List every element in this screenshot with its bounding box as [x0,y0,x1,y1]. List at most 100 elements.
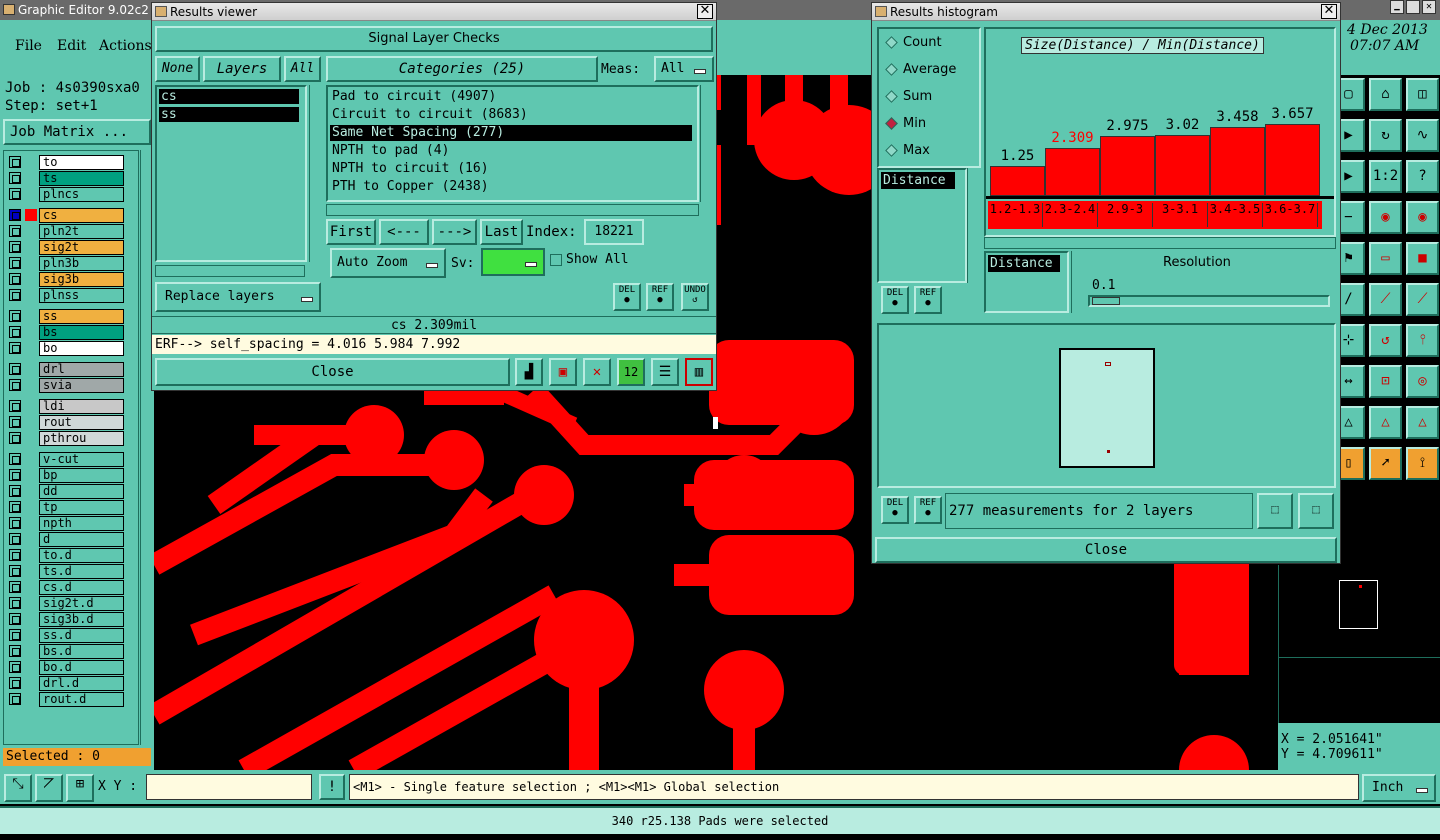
histogram-close-icon[interactable]: ✕ [1321,4,1337,19]
next-button[interactable]: ---> [432,219,477,245]
layer-checkbox[interactable] [9,581,21,593]
layer-row[interactable]: bp [7,468,125,483]
resolution-slider[interactable] [1088,295,1330,307]
layer-row[interactable]: bs.d [7,644,125,659]
square-icon[interactable]: ■ [1406,242,1439,275]
trap3-icon[interactable]: △ [1406,406,1439,439]
option-sum[interactable]: Sum [881,87,977,109]
layer-checkbox[interactable] [9,326,21,338]
layer-row[interactable]: pln3b [7,256,125,271]
layer-row[interactable]: rout [7,415,125,430]
none-button[interactable]: None [155,56,200,82]
layer-name[interactable]: plnss [39,288,124,303]
prev-button[interactable]: <--- [379,219,429,245]
layer-name[interactable]: ss [39,309,124,324]
layer-checkbox[interactable] [9,432,21,444]
layer-row[interactable]: bo.d [7,660,125,675]
histogram-titlebar[interactable]: Results histogram ✕ [872,3,1340,21]
histogram-del-button[interactable]: DEL ● [881,286,909,314]
auto-zoom-select[interactable]: Auto Zoom [330,248,446,278]
histogram-chart[interactable]: Size(Distance) / Min(Distance) 1.25 2.309… [984,27,1336,237]
layer-row[interactable]: ldi [7,399,125,414]
histogram-ref-button[interactable]: REF ● [914,286,942,314]
rotate-icon[interactable]: ↻ [1369,119,1402,152]
layer-row[interactable]: sig2t.d [7,596,125,611]
layer-row[interactable]: dd [7,484,125,499]
maximize-icon[interactable] [1406,0,1420,14]
layer-name[interactable]: sig3b.d [39,612,124,627]
layer-row[interactable]: sig3b.d [7,612,125,627]
layer-checkbox[interactable] [9,597,21,609]
layer-name[interactable]: drl [39,362,124,377]
layer-checkbox[interactable] [9,273,21,285]
resolution-slider-thumb[interactable] [1092,297,1120,305]
layer-row[interactable]: drl.d [7,676,125,691]
layer-checkbox[interactable] [9,549,21,561]
layer-result-item[interactable]: ss [159,107,299,122]
menu-edit[interactable]: Edit [57,38,86,54]
ratio-icon[interactable]: 1:2 [1369,160,1402,193]
layer-checkbox[interactable] [9,342,21,354]
ref-button[interactable]: REF ● [646,283,674,311]
option-max[interactable]: Max [881,141,977,163]
layout-icon[interactable]: ◫ [1406,78,1439,111]
del-button[interactable]: DEL ● [613,283,641,311]
layer-name[interactable]: npth [39,516,124,531]
layer-row[interactable]: bo [7,341,125,356]
xy-input[interactable] [146,774,312,800]
layer-row[interactable]: ts [7,171,125,186]
layer-checkbox[interactable] [9,661,21,673]
layer-checkbox[interactable] [9,645,21,657]
layer-checkbox[interactable] [9,501,21,513]
close-app-icon[interactable]: ✕ [1422,0,1436,14]
radio-diamond-icon[interactable] [885,144,898,157]
layer-checkbox[interactable] [9,565,21,577]
pad-red2-icon[interactable]: ◉ [1406,201,1439,234]
results-viewer-close-icon[interactable]: ✕ [697,4,713,19]
report-icon[interactable]: ☰ [651,358,679,386]
layer-row[interactable]: sig2t [7,240,125,255]
layer-name[interactable]: bo.d [39,660,124,675]
histogram-icon[interactable]: ▟ [515,358,543,386]
zoom-fit-icon[interactable]: ⬚ [1257,493,1293,529]
layer-name[interactable]: bs [39,325,124,340]
replace-layers-select[interactable]: Replace layers [155,282,321,312]
layer-checkbox[interactable] [9,156,21,168]
layer-checkbox[interactable] [9,517,21,529]
layer-name[interactable]: bp [39,468,124,483]
route-icon[interactable]: ⟟ [1406,447,1439,480]
layer-row[interactable]: plnss [7,288,125,303]
categories-vscroll[interactable] [700,85,714,202]
layer-row[interactable]: pln2t [7,224,125,239]
layer-results-hscroll[interactable] [155,265,305,277]
layer-row[interactable]: cs [7,208,125,223]
layer-checkbox[interactable] [9,379,21,391]
measure-list-scroll[interactable] [967,168,979,283]
histogram-bar[interactable] [1265,124,1320,196]
layer-name[interactable]: pln3b [39,256,124,271]
connect-icon[interactable]: ⟋ [1369,283,1402,316]
layer-name[interactable]: sig2t.d [39,596,124,611]
layer-name[interactable]: tp [39,500,124,515]
minimize-icon[interactable]: ▁ [1390,0,1404,14]
radio-diamond-icon[interactable] [885,63,898,76]
first-button[interactable]: First [326,219,376,245]
job-matrix-button[interactable]: Job Matrix ... [3,119,151,145]
results-viewer-titlebar[interactable]: Results viewer ✕ [152,3,716,21]
category-item[interactable]: NPTH to pad (4) [330,143,692,159]
arc-icon[interactable]: ↺ [1369,324,1402,357]
layer-row[interactable]: svia [7,378,125,393]
layer-name[interactable]: ts.d [39,564,124,579]
layer-name[interactable]: v-cut [39,452,124,467]
layer-name[interactable]: bs.d [39,644,124,659]
layer-name[interactable]: to [39,155,124,170]
chart-icon[interactable]: ▥ [685,358,713,386]
radio-diamond-icon[interactable] [885,90,898,103]
layer-name[interactable]: svia [39,378,124,393]
layer-name[interactable]: to.d [39,548,124,563]
layer-checkbox[interactable] [9,188,21,200]
measure-item-distance[interactable]: Distance [881,172,955,189]
layer-row[interactable]: v-cut [7,452,125,467]
layer-checkbox[interactable] [9,363,21,375]
category-item[interactable]: PTH to Copper (2438) [330,179,692,195]
